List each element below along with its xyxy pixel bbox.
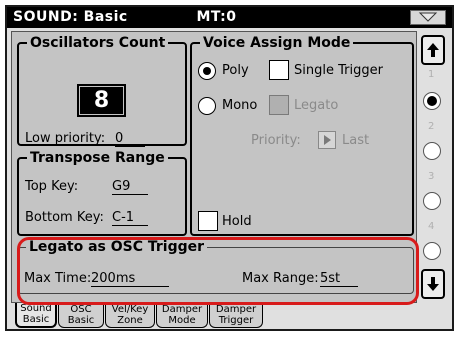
priority-label: Priority: xyxy=(251,133,301,148)
triangle-right-icon xyxy=(324,135,331,145)
legato-osc-trigger-group: Legato as OSC Trigger Max Time: 200ms Ma… xyxy=(17,239,414,294)
tab-osc-basic[interactable]: OSC Basic xyxy=(58,304,104,328)
tab-label-line2: Zone xyxy=(117,315,143,326)
sidebar-select-1[interactable] xyxy=(423,92,441,110)
max-range-label: Max Range: xyxy=(242,271,319,286)
sound-basic-screen: SOUND: Basic MT:0 Oscillators Count 8 Lo… xyxy=(5,5,454,331)
legato-label: Legato xyxy=(294,98,339,113)
tab-label-line1: OSC xyxy=(70,304,92,315)
max-time-label: Max Time: xyxy=(24,271,92,286)
page-title-label: SOUND: Basic xyxy=(13,9,128,25)
mt-value: 0 xyxy=(226,9,237,25)
triangle-down-icon xyxy=(418,12,438,22)
transpose-range-group: Transpose Range Top Key: G9 Bottom Key: … xyxy=(17,150,187,236)
page-title: SOUND: Basic MT:0 xyxy=(13,9,237,25)
page-menu-button[interactable] xyxy=(410,10,446,25)
tab-label-line2: Basic xyxy=(22,314,50,325)
poly-label: Poly xyxy=(222,63,249,78)
tab-label-line1: Damper xyxy=(161,304,203,315)
single-trigger-label: Single Trigger xyxy=(294,63,383,78)
top-key-value[interactable]: G9 xyxy=(112,179,148,195)
sidebar-number-4: 4 xyxy=(428,221,435,232)
top-key-label: Top Key: xyxy=(25,179,79,194)
section-sidebar: 1 2 3 4 xyxy=(421,35,447,301)
main-panel: Oscillators Count 8 Low priority: 0 Voic… xyxy=(11,31,417,303)
bottom-key-label: Bottom Key: xyxy=(25,210,104,225)
tab-vel-key-zone[interactable]: Vel/Key Zone xyxy=(105,304,155,328)
transpose-range-legend: Transpose Range xyxy=(30,150,165,166)
legato-checkbox[interactable] xyxy=(269,95,289,115)
oscillators-count-value[interactable]: 8 xyxy=(77,84,126,117)
priority-value: Last xyxy=(342,133,370,148)
single-trigger-checkbox[interactable] xyxy=(269,60,289,80)
arrow-down-icon xyxy=(427,277,439,291)
tab-label-line2: Basic xyxy=(67,315,95,326)
mt-label: MT: xyxy=(196,9,227,25)
poly-radio[interactable] xyxy=(198,62,216,80)
oscillators-count-legend: Oscillators Count xyxy=(30,35,166,51)
voice-assign-mode-group: Voice Assign Mode Poly Single Trigger Mo… xyxy=(190,35,414,236)
low-priority-label: Low priority: xyxy=(25,131,106,146)
hold-checkbox[interactable] xyxy=(198,211,218,231)
bottom-key-value[interactable]: C-1 xyxy=(112,210,148,226)
oscillators-count-group: Oscillators Count 8 Low priority: 0 xyxy=(17,35,187,147)
sidebar-select-4[interactable] xyxy=(423,242,441,260)
tab-sound-basic[interactable]: Sound Basic xyxy=(15,303,57,328)
low-priority-value[interactable]: 0 xyxy=(115,131,145,147)
tab-damper-mode[interactable]: Damper Mode xyxy=(156,304,208,328)
max-time-value[interactable]: 200ms xyxy=(91,271,169,287)
tab-label-line1: Damper xyxy=(215,304,257,315)
voice-assign-mode-legend: Voice Assign Mode xyxy=(203,35,351,51)
priority-selector[interactable] xyxy=(318,131,336,149)
scroll-down-button[interactable] xyxy=(421,269,445,299)
sidebar-number-1: 1 xyxy=(428,69,435,80)
sidebar-number-2: 2 xyxy=(428,121,435,132)
page-tabs: Sound Basic OSC Basic Vel/Key Zone Dampe… xyxy=(7,303,452,329)
hold-label: Hold xyxy=(222,214,252,229)
sidebar-number-3: 3 xyxy=(428,171,435,182)
mono-radio[interactable] xyxy=(198,97,216,115)
tab-label-line2: Trigger xyxy=(218,315,254,326)
arrow-up-icon xyxy=(427,43,439,57)
legato-osc-trigger-legend: Legato as OSC Trigger xyxy=(29,239,205,255)
sidebar-select-2[interactable] xyxy=(423,142,441,160)
tab-label-line1: Sound xyxy=(20,303,52,314)
title-bar: SOUND: Basic MT:0 xyxy=(7,7,452,28)
tab-label-line2: Mode xyxy=(168,315,196,326)
tab-damper-trigger[interactable]: Damper Trigger xyxy=(209,304,263,328)
max-range-value[interactable]: 5st xyxy=(320,271,358,287)
tab-label-line1: Vel/Key xyxy=(111,304,149,315)
scroll-up-button[interactable] xyxy=(421,35,445,65)
sidebar-select-3[interactable] xyxy=(423,192,441,210)
mono-label: Mono xyxy=(222,98,258,113)
